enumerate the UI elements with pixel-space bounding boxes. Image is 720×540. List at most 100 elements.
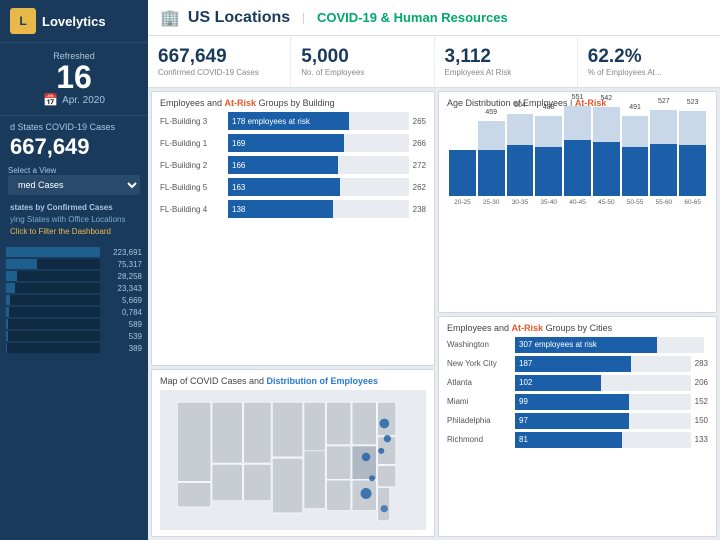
age-bar-risk	[449, 150, 476, 196]
state-value: 75,317	[104, 260, 142, 269]
state-bar-outer	[6, 247, 100, 257]
age-bar-stack: 491	[622, 116, 649, 196]
building-risk-text: 166	[232, 161, 245, 170]
age-bar-stack: 488	[535, 116, 562, 196]
age-label: 35-40	[540, 199, 557, 206]
city-total: 152	[695, 397, 708, 406]
refresh-section: Refreshed 16 📅 Apr. 2020	[0, 43, 148, 116]
age-top-label: 527	[650, 98, 677, 105]
building-icon: 🏢	[160, 8, 180, 28]
state-value: 389	[104, 344, 142, 353]
left-panels: Employees and At-Risk Groups by Building…	[148, 88, 438, 540]
state-bar-fill	[6, 307, 9, 317]
kpi-row: 667,649 Confirmed COVID-19 Cases 5,000 N…	[148, 36, 720, 88]
kpi-item: 667,649 Confirmed COVID-19 Cases	[148, 36, 291, 87]
age-bar-risk	[679, 145, 706, 196]
age-bar-col: 491 50-55	[622, 116, 649, 206]
refresh-month: 📅 Apr. 2020	[10, 93, 138, 107]
kpi-number: 3,112	[445, 47, 567, 66]
age-bar-stack: 523	[679, 111, 706, 196]
us-map	[160, 390, 426, 530]
state-bar-fill	[6, 319, 8, 329]
city-risk-text: 81	[519, 435, 528, 444]
city-bar-fill: 81	[515, 432, 622, 448]
building-bar-outer: 163	[228, 178, 409, 196]
city-bar-fill: 97	[515, 413, 629, 429]
state-bar-row[interactable]: 75,317	[0, 258, 148, 270]
age-bar-stack	[449, 150, 476, 196]
city-bar-row: New York City 187 283	[447, 356, 708, 372]
city-bar-row: Miami 99 152	[447, 394, 708, 410]
city-risk-text: 102	[519, 378, 532, 387]
city-label: Miami	[447, 397, 515, 406]
state-bar-row[interactable]: 28,258	[0, 270, 148, 282]
age-bar-col: 523 60-65	[679, 111, 706, 206]
page-title: US Locations	[188, 9, 290, 27]
city-total: 206	[695, 378, 708, 387]
cases-label: d States COVID-19 Cases	[0, 116, 148, 134]
logo-bar: L Lovelytics	[0, 0, 148, 43]
kpi-label: No. of Employees	[301, 68, 423, 77]
select-view-label: Select a View	[0, 164, 148, 175]
age-bar-stack: 504	[507, 114, 534, 196]
building-bars: FL-Building 3 178 employees at risk 265 …	[160, 112, 426, 218]
filter-label: states by Confirmed Cases	[0, 201, 148, 214]
building-bar-row: FL-Building 5 163 262	[160, 178, 426, 196]
age-top-label: 459	[478, 109, 505, 116]
building-bar-outer: 138	[228, 200, 409, 218]
filter-sub: ying States with Office Locations	[0, 214, 148, 225]
state-bar-outer	[6, 331, 100, 341]
state-bar-fill	[6, 271, 17, 281]
kpi-label: Confirmed COVID-19 Cases	[158, 68, 280, 77]
building-risk-text: 163	[232, 183, 245, 192]
cities-panel-title: Employees and At-Risk Groups by Cities	[447, 323, 708, 333]
map-panel-title: Map of COVID Cases and Distribution of E…	[160, 376, 426, 386]
state-bar-row[interactable]: 389	[0, 342, 148, 354]
state-bar-row[interactable]: 223,691	[0, 246, 148, 258]
building-bar-fill: 169	[228, 134, 344, 152]
city-bar-row: Atlanta 102 206	[447, 375, 708, 391]
age-top-label: 523	[679, 99, 706, 106]
age-top-label: 491	[622, 104, 649, 111]
age-label: 55-60	[656, 199, 673, 206]
building-bar-fill: 166	[228, 156, 338, 174]
city-bar-outer: 307 employees at risk	[515, 337, 704, 353]
age-bar-col: 459 25-30	[478, 121, 505, 206]
title-separator: |	[302, 12, 305, 24]
state-bar-outer	[6, 307, 100, 317]
city-risk-text: 307 employees at risk	[519, 340, 597, 349]
logo-icon: L	[10, 8, 36, 34]
state-bar-fill	[6, 331, 8, 341]
building-bar-row: FL-Building 4 138 238	[160, 200, 426, 218]
city-bar-fill: 99	[515, 394, 629, 410]
map-svg	[160, 390, 426, 530]
age-bar-stack: 459	[478, 121, 505, 196]
state-bar-fill	[6, 295, 10, 305]
age-bar-risk	[507, 145, 534, 196]
age-bar-col: 551 40-45	[564, 106, 591, 206]
click-filter-label[interactable]: Click to Filter the Dashboard	[0, 225, 148, 242]
kpi-label: Employees At Risk	[445, 68, 567, 77]
building-panel: Employees and At-Risk Groups by Building…	[151, 91, 435, 366]
state-value: 589	[104, 320, 142, 329]
state-bar-outer	[6, 271, 100, 281]
state-bar-fill	[6, 283, 15, 293]
state-bar-row[interactable]: 539	[0, 330, 148, 342]
building-panel-title: Employees and At-Risk Groups by Building	[160, 98, 426, 108]
right-panels: Age Distribution of Employees | At-Risk …	[438, 88, 720, 540]
age-top-label: 551	[564, 94, 591, 101]
state-bar-row[interactable]: 5,669	[0, 294, 148, 306]
building-bar-fill: 178 employees at risk	[228, 112, 349, 130]
kpi-label: % of Employees At...	[588, 68, 710, 77]
calendar-icon: 📅	[43, 93, 58, 107]
building-total: 238	[413, 205, 426, 214]
state-bar-outer	[6, 343, 100, 353]
age-chart: 20-25 459 25-30 504 30-35 488 35-40 551 …	[447, 112, 708, 222]
state-bar-row[interactable]: 23,343	[0, 282, 148, 294]
state-bar-row[interactable]: 589	[0, 318, 148, 330]
building-total: 265	[413, 117, 426, 126]
city-label: Philadelphia	[447, 416, 515, 425]
view-select[interactable]: med Cases	[8, 175, 140, 195]
state-bar-row[interactable]: 0,784	[0, 306, 148, 318]
building-bar-row: FL-Building 3 178 employees at risk 265	[160, 112, 426, 130]
